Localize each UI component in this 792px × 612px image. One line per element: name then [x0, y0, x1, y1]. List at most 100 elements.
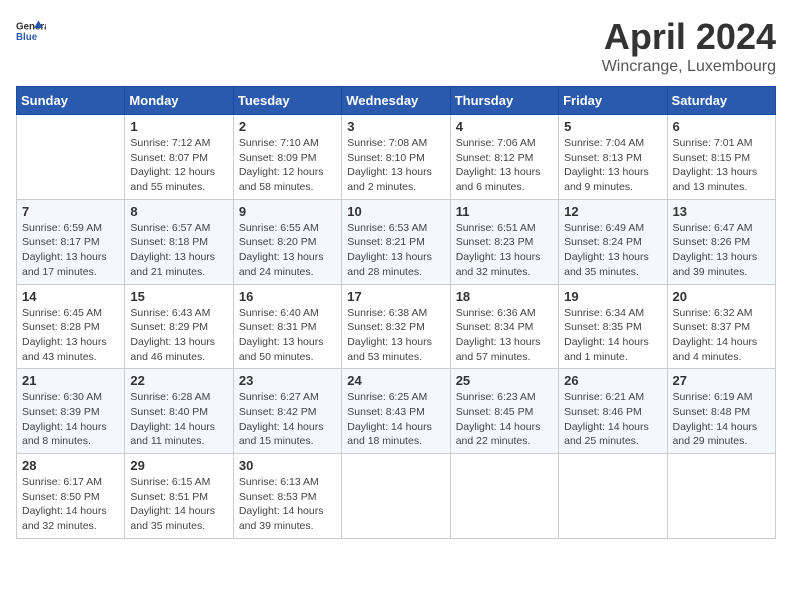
calendar-cell: 14Sunrise: 6:45 AM Sunset: 8:28 PM Dayli… — [17, 284, 125, 369]
day-number: 11 — [456, 204, 553, 219]
day-number: 24 — [347, 373, 444, 388]
day-number: 17 — [347, 289, 444, 304]
week-row-3: 14Sunrise: 6:45 AM Sunset: 8:28 PM Dayli… — [17, 284, 776, 369]
day-number: 15 — [130, 289, 227, 304]
calendar-cell: 29 Sunrise: 6:15 AM Sunset: 8:51 PM Dayli… — [125, 454, 233, 539]
day-info: Sunrise: 6:23 AM Sunset: 8:45 PM Dayligh… — [456, 390, 553, 449]
day-info: Sunrise: 6:13 AM Sunset: 8:53 PM Dayligh… — [239, 475, 336, 534]
page-header: General Blue April 2024 Wincrange, Luxem… — [16, 16, 776, 76]
svg-text:Blue: Blue — [16, 32, 38, 43]
calendar-cell: 1 Sunrise: 7:12 AM Sunset: 8:07 PM Daylig… — [125, 115, 233, 200]
col-thursday: Thursday — [450, 87, 558, 115]
day-number: 5 — [564, 119, 661, 134]
day-info: Sunrise: 6:49 AM Sunset: 8:24 PM Dayligh… — [564, 221, 661, 280]
calendar-cell: 25 Sunrise: 6:23 AM Sunset: 8:45 PM Dayli… — [450, 369, 558, 454]
calendar-cell: 22 Sunrise: 6:28 AM Sunset: 8:40 PM Dayli… — [125, 369, 233, 454]
day-number: 3 — [347, 119, 444, 134]
day-number: 16 — [239, 289, 336, 304]
day-info: Sunrise: 6:32 AM Sunset: 8:37 PM Dayligh… — [673, 306, 770, 365]
calendar-cell: 19 Sunrise: 6:34 AM Sunset: 8:35 PM Dayli… — [559, 284, 667, 369]
calendar-cell: 12 Sunrise: 6:49 AM Sunset: 8:24 PM Dayli… — [559, 199, 667, 284]
day-info: Sunrise: 6:38 AM Sunset: 8:32 PM Dayligh… — [347, 306, 444, 365]
day-info: Sunrise: 6:15 AM Sunset: 8:51 PM Dayligh… — [130, 475, 227, 534]
day-number: 7 — [22, 204, 119, 219]
day-number: 14 — [22, 289, 119, 304]
calendar-cell: 13Sunrise: 6:47 AM Sunset: 8:26 PM Dayli… — [667, 199, 775, 284]
day-number: 1 — [130, 119, 227, 134]
logo: General Blue — [16, 16, 46, 46]
calendar-cell: 15Sunrise: 6:43 AM Sunset: 8:29 PM Dayli… — [125, 284, 233, 369]
day-info: Sunrise: 6:36 AM Sunset: 8:34 PM Dayligh… — [456, 306, 553, 365]
day-number: 27 — [673, 373, 770, 388]
calendar-cell: 8 Sunrise: 6:57 AM Sunset: 8:18 PM Daylig… — [125, 199, 233, 284]
title-section: April 2024 Wincrange, Luxembourg — [602, 16, 776, 76]
calendar-cell: 11 Sunrise: 6:51 AM Sunset: 8:23 PM Dayli… — [450, 199, 558, 284]
week-row-4: 21 Sunrise: 6:30 AM Sunset: 8:39 PM Dayli… — [17, 369, 776, 454]
day-info: Sunrise: 6:19 AM Sunset: 8:48 PM Dayligh… — [673, 390, 770, 449]
calendar-cell: 23 Sunrise: 6:27 AM Sunset: 8:42 PM Dayli… — [233, 369, 341, 454]
calendar-cell: 26 Sunrise: 6:21 AM Sunset: 8:46 PM Dayli… — [559, 369, 667, 454]
col-tuesday: Tuesday — [233, 87, 341, 115]
day-info: Sunrise: 6:55 AM Sunset: 8:20 PM Dayligh… — [239, 221, 336, 280]
day-info: Sunrise: 7:12 AM Sunset: 8:07 PM Dayligh… — [130, 136, 227, 195]
day-info: Sunrise: 6:28 AM Sunset: 8:40 PM Dayligh… — [130, 390, 227, 449]
day-info: Sunrise: 6:34 AM Sunset: 8:35 PM Dayligh… — [564, 306, 661, 365]
day-number: 21 — [22, 373, 119, 388]
day-number: 6 — [673, 119, 770, 134]
location-subtitle: Wincrange, Luxembourg — [602, 58, 776, 76]
calendar-cell: 4Sunrise: 7:06 AM Sunset: 8:12 PM Daylig… — [450, 115, 558, 200]
day-number: 23 — [239, 373, 336, 388]
day-info: Sunrise: 6:25 AM Sunset: 8:43 PM Dayligh… — [347, 390, 444, 449]
day-number: 28 — [22, 458, 119, 473]
day-info: Sunrise: 6:51 AM Sunset: 8:23 PM Dayligh… — [456, 221, 553, 280]
day-number: 22 — [130, 373, 227, 388]
calendar-cell: 17 Sunrise: 6:38 AM Sunset: 8:32 PM Dayli… — [342, 284, 450, 369]
day-number: 30 — [239, 458, 336, 473]
day-number: 18 — [456, 289, 553, 304]
day-info: Sunrise: 6:59 AM Sunset: 8:17 PM Dayligh… — [22, 221, 119, 280]
day-number: 19 — [564, 289, 661, 304]
col-sunday: Sunday — [17, 87, 125, 115]
day-info: Sunrise: 7:08 AM Sunset: 8:10 PM Dayligh… — [347, 136, 444, 195]
day-info: Sunrise: 7:01 AM Sunset: 8:15 PM Dayligh… — [673, 136, 770, 195]
calendar-cell: 6 Sunrise: 7:01 AM Sunset: 8:15 PM Daylig… — [667, 115, 775, 200]
calendar-cell: 16 Sunrise: 6:40 AM Sunset: 8:31 PM Dayli… — [233, 284, 341, 369]
day-number: 8 — [130, 204, 227, 219]
calendar-cell: 5Sunrise: 7:04 AM Sunset: 8:13 PM Daylig… — [559, 115, 667, 200]
day-info: Sunrise: 6:21 AM Sunset: 8:46 PM Dayligh… — [564, 390, 661, 449]
col-monday: Monday — [125, 87, 233, 115]
calendar-cell — [342, 454, 450, 539]
day-number: 29 — [130, 458, 227, 473]
calendar-cell: 2Sunrise: 7:10 AM Sunset: 8:09 PM Daylig… — [233, 115, 341, 200]
calendar-cell: 28Sunrise: 6:17 AM Sunset: 8:50 PM Dayli… — [17, 454, 125, 539]
day-info: Sunrise: 6:27 AM Sunset: 8:42 PM Dayligh… — [239, 390, 336, 449]
day-info: Sunrise: 6:57 AM Sunset: 8:18 PM Dayligh… — [130, 221, 227, 280]
day-number: 4 — [456, 119, 553, 134]
day-number: 10 — [347, 204, 444, 219]
month-year-title: April 2024 — [602, 16, 776, 58]
calendar-cell — [559, 454, 667, 539]
week-row-5: 28Sunrise: 6:17 AM Sunset: 8:50 PM Dayli… — [17, 454, 776, 539]
calendar-cell: 18 Sunrise: 6:36 AM Sunset: 8:34 PM Dayli… — [450, 284, 558, 369]
day-info: Sunrise: 6:53 AM Sunset: 8:21 PM Dayligh… — [347, 221, 444, 280]
col-friday: Friday — [559, 87, 667, 115]
general-blue-logo-icon: General Blue — [16, 16, 46, 46]
col-wednesday: Wednesday — [342, 87, 450, 115]
calendar-cell: 20 Sunrise: 6:32 AM Sunset: 8:37 PM Dayli… — [667, 284, 775, 369]
day-info: Sunrise: 6:30 AM Sunset: 8:39 PM Dayligh… — [22, 390, 119, 449]
week-row-2: 7 Sunrise: 6:59 AM Sunset: 8:17 PM Daylig… — [17, 199, 776, 284]
calendar-cell: 7 Sunrise: 6:59 AM Sunset: 8:17 PM Daylig… — [17, 199, 125, 284]
calendar-cell — [667, 454, 775, 539]
day-number: 12 — [564, 204, 661, 219]
calendar-cell: 21 Sunrise: 6:30 AM Sunset: 8:39 PM Dayli… — [17, 369, 125, 454]
day-info: Sunrise: 6:47 AM Sunset: 8:26 PM Dayligh… — [673, 221, 770, 280]
calendar-cell: 24 Sunrise: 6:25 AM Sunset: 8:43 PM Dayli… — [342, 369, 450, 454]
calendar-cell: 30 Sunrise: 6:13 AM Sunset: 8:53 PM Dayli… — [233, 454, 341, 539]
calendar-cell: 3 Sunrise: 7:08 AM Sunset: 8:10 PM Daylig… — [342, 115, 450, 200]
col-saturday: Saturday — [667, 87, 775, 115]
week-row-1: 1 Sunrise: 7:12 AM Sunset: 8:07 PM Daylig… — [17, 115, 776, 200]
day-number: 25 — [456, 373, 553, 388]
day-number: 20 — [673, 289, 770, 304]
day-number: 26 — [564, 373, 661, 388]
day-info: Sunrise: 6:40 AM Sunset: 8:31 PM Dayligh… — [239, 306, 336, 365]
